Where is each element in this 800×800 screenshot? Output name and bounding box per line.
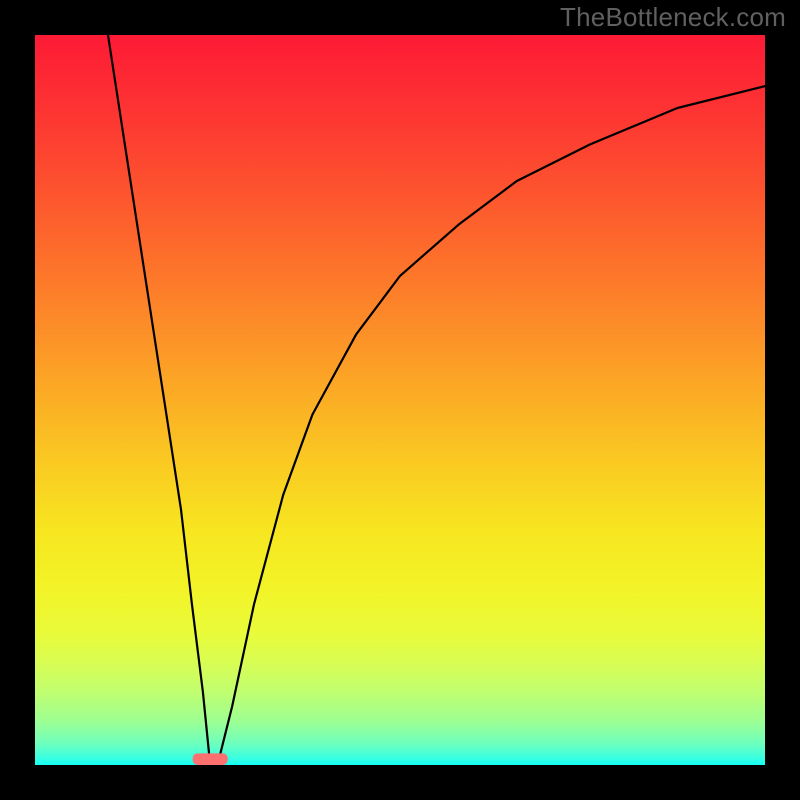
plot-area <box>35 35 765 765</box>
marker-layer <box>35 35 765 765</box>
chart-frame: TheBottleneck.com <box>0 0 800 800</box>
optimal-marker <box>193 753 228 765</box>
watermark-text: TheBottleneck.com <box>560 2 786 33</box>
